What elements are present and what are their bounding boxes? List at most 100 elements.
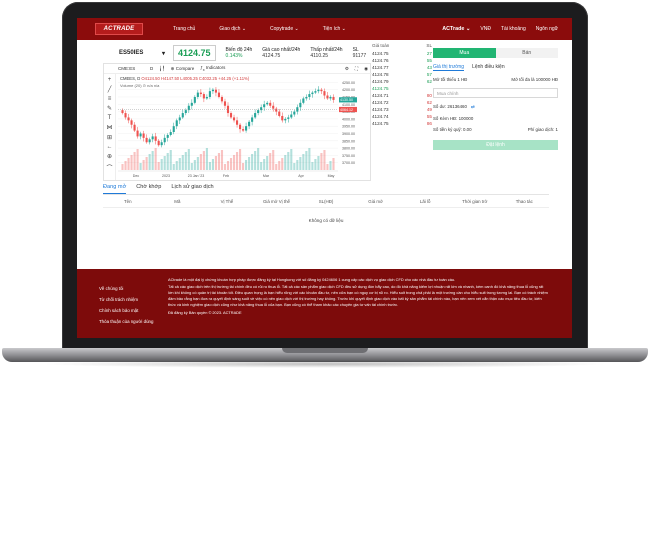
volume-bar xyxy=(181,155,184,170)
tab-open-orders[interactable]: Đang mở xyxy=(103,184,127,194)
candle-body xyxy=(284,118,287,121)
text-icon[interactable]: T xyxy=(108,115,112,121)
footer-link-terms[interactable]: Thỏa thuận của người dùng xyxy=(99,316,153,327)
volume-bar xyxy=(190,163,193,170)
nav-utilities[interactable]: Tiện ích ⌄ xyxy=(323,26,346,32)
footer-link-privacy[interactable]: Chính sách bảo mật xyxy=(99,305,153,316)
tab-pending-orders[interactable]: Chờ khớp xyxy=(136,184,161,194)
volume-bar xyxy=(284,155,287,170)
volume-bar xyxy=(166,153,169,170)
pattern-icon[interactable]: ⋈ xyxy=(107,124,113,131)
book-price: 4124.77 xyxy=(372,65,389,70)
camera-icon[interactable]: ◉ xyxy=(364,66,368,72)
measure-icon[interactable]: ⊞ xyxy=(107,134,112,141)
volume-bar xyxy=(208,162,211,170)
candlestick-chart[interactable]: 4250.004200.004150.004100.004050.004000.… xyxy=(116,74,371,180)
magnet-icon[interactable]: ⌒ xyxy=(106,163,112,172)
swap-icon[interactable]: ⇄ xyxy=(471,104,475,110)
zoom-icon[interactable]: ⊕ xyxy=(107,153,112,160)
order-book-row[interactable]: 4124.75 xyxy=(372,85,432,92)
candle-body xyxy=(263,104,266,108)
indicators-button[interactable]: ƒx Indicators xyxy=(200,65,225,72)
candle-body xyxy=(323,91,326,96)
fullscreen-icon[interactable]: ⛶ xyxy=(355,66,358,71)
book-size: 55 xyxy=(426,58,432,63)
volume-bar xyxy=(205,148,208,170)
brush-icon[interactable]: ✎ xyxy=(107,105,112,112)
symbol-select[interactable]: ES50IES ▾ xyxy=(119,50,165,57)
volume-bar xyxy=(281,158,284,170)
column-header: Thao tác xyxy=(515,199,533,204)
arrow-icon[interactable]: ← xyxy=(107,144,113,150)
volume-bar xyxy=(223,164,227,170)
settings-icon[interactable]: ⚙ xyxy=(345,66,349,72)
order-book-row[interactable]: 4124.71 80 xyxy=(372,92,432,99)
footer-link-about[interactable]: Về chúng tôi xyxy=(99,283,153,294)
footer: Về chúng tôi Từ chối trách nhiệm Chính s… xyxy=(77,269,572,338)
candle-body xyxy=(317,89,320,92)
candle-body xyxy=(127,117,130,121)
book-size: 49 xyxy=(426,107,432,112)
column-header: Tên xyxy=(123,199,132,204)
trendline-icon[interactable]: ╱ xyxy=(108,86,112,93)
candle-body xyxy=(205,96,208,99)
order-book-row[interactable]: 4124.75 86 xyxy=(372,120,432,127)
conditional-order-tab[interactable]: Lệnh điều kiện xyxy=(472,64,505,71)
order-book-row[interactable]: 4124.78 57 xyxy=(372,71,432,78)
footer-paragraph: Tất cả các giao dịch trên thị trường tài… xyxy=(168,284,548,307)
nav-home[interactable]: Trang chủ xyxy=(173,26,195,32)
last-price-label: 4130.50 xyxy=(340,98,353,102)
copyright: Đã đăng ký Bản quyền © 2023. ACTRADE xyxy=(168,310,242,315)
y-tick-label: 4200.00 xyxy=(342,88,355,92)
candle-body xyxy=(242,129,245,131)
book-price: 4124.74 xyxy=(372,114,389,119)
candle-body xyxy=(199,92,202,95)
sell-tab[interactable]: Bán xyxy=(495,48,558,58)
nav-trading[interactable]: Giao dịch ⌄ xyxy=(219,26,246,32)
chart-symbol-input[interactable]: CME:ES xyxy=(118,66,144,71)
order-book-row[interactable]: 4124.77 43 xyxy=(372,64,432,71)
volume-bar xyxy=(254,151,257,170)
language-select[interactable]: Ngôn ngữ xyxy=(536,26,558,32)
crosshair-icon[interactable]: + xyxy=(108,77,112,83)
buy-tab[interactable]: Mua xyxy=(433,48,496,58)
candle-body xyxy=(232,117,236,121)
margin-text: Số tiền ký quỹ: 0.00 xyxy=(433,127,472,132)
column-header: Vị Thế xyxy=(220,199,234,204)
profile-link[interactable]: Tài khoảng xyxy=(501,26,526,32)
order-book-row[interactable]: 4124.79 62 xyxy=(372,78,432,85)
x-tick-label: Mar xyxy=(263,174,270,178)
order-book-header: Giá toàn SL xyxy=(372,43,432,48)
order-book-row[interactable]: 4124.72 62 xyxy=(372,99,432,106)
order-book-row[interactable]: 4124.73 49 xyxy=(372,106,432,113)
order-book-row[interactable]: 4124.75 27 xyxy=(372,50,432,57)
currency-select[interactable]: VNĐ xyxy=(480,26,491,32)
quantity-input[interactable]: Mua chính xyxy=(433,88,558,98)
nav-copytrade[interactable]: Copytrade ⌄ xyxy=(270,26,299,32)
volume-bar xyxy=(235,152,239,170)
volume-bar xyxy=(136,149,139,170)
book-price: 4124.76 xyxy=(372,58,389,63)
logo[interactable]: ACTRADE xyxy=(95,23,143,35)
bar-style-icon[interactable]: ╽╿ xyxy=(159,66,164,72)
market-order-tab[interactable]: Giá thị trường xyxy=(433,64,465,71)
chart-toolbar: CME:ES D ╽╿ ⊕ Compare ƒx Indicators ⚙ ⛶ … xyxy=(104,64,372,74)
order-book-row[interactable]: 4124.74 55 xyxy=(372,113,432,120)
candle-body xyxy=(332,96,335,100)
footer-link-disclaimer[interactable]: Từ chối trách nhiệm xyxy=(99,294,153,305)
place-order-button[interactable]: Đặt lệnh xyxy=(433,140,558,150)
account-menu[interactable]: ACTrade ⌄ xyxy=(442,26,470,32)
column-header: SL(HĐ) xyxy=(318,199,334,204)
lines-icon[interactable]: ≡ xyxy=(108,96,112,102)
tab-history[interactable]: Lịch sử giao dịch xyxy=(171,184,213,194)
footer-links: Về chúng tôi Từ chối trách nhiệm Chính s… xyxy=(99,283,153,327)
volume-bar xyxy=(299,157,302,170)
price-header: Giá toàn xyxy=(372,43,390,48)
order-book-row[interactable]: 4124.76 55 xyxy=(372,57,432,64)
compare-button[interactable]: ⊕ Compare xyxy=(171,66,195,72)
interval-button[interactable]: D xyxy=(150,66,153,71)
laptop-shadow xyxy=(40,360,610,368)
column-header: Mã xyxy=(174,199,181,204)
column-header: Thời gian trở xyxy=(462,199,488,204)
orders-tabs: Đang mở Chờ khớp Lịch sử giao dịch xyxy=(103,184,549,195)
